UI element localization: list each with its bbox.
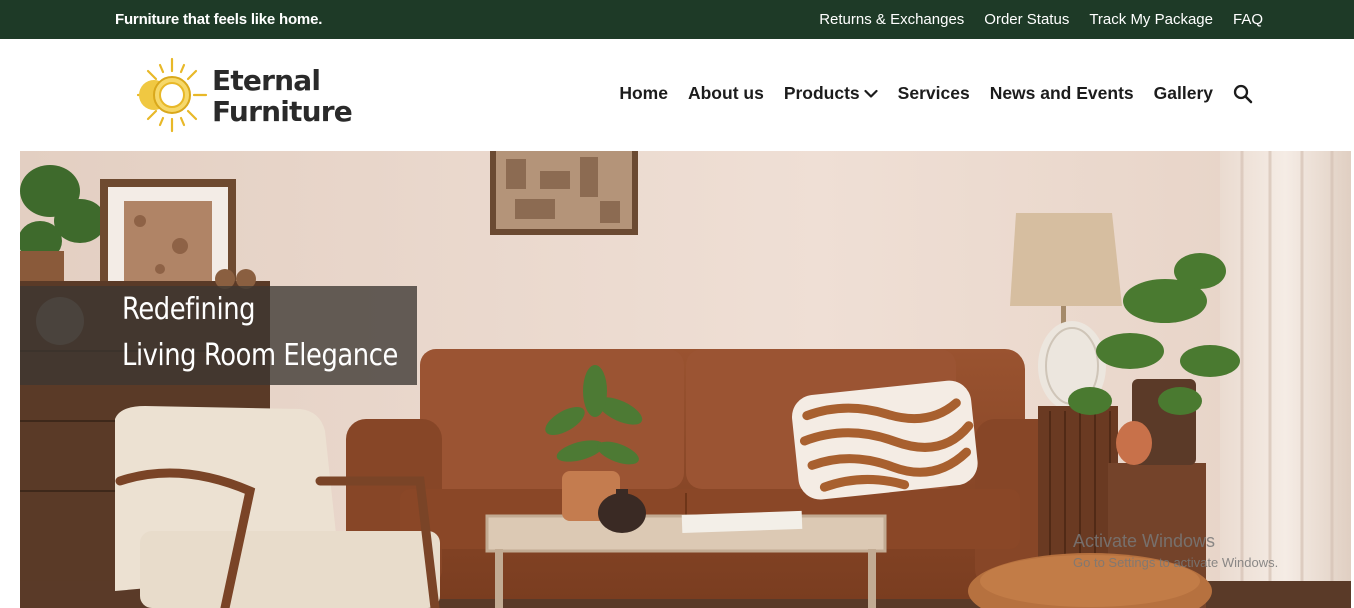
chevron-down-icon — [864, 89, 878, 98]
nav-gallery[interactable]: Gallery — [1154, 83, 1213, 104]
search-icon[interactable] — [1233, 84, 1253, 104]
hero-banner: Redefining Living Room Elegance Activate… — [20, 151, 1351, 608]
hero-heading-line-1: Redefining — [122, 292, 256, 327]
returns-exchanges-link[interactable]: Returns & Exchanges — [819, 11, 964, 28]
order-status-link[interactable]: Order Status — [984, 11, 1069, 28]
activate-windows-watermark: Activate Windows Go to Settings to activ… — [1073, 531, 1278, 570]
brand-name: Eternal Furniture — [212, 64, 353, 128]
sun-icon — [136, 57, 208, 133]
hero-caption: Redefining Living Room Elegance — [20, 286, 417, 385]
brand-line-1: Eternal — [212, 64, 321, 97]
nav-about-us[interactable]: About us — [688, 83, 764, 104]
nav-home[interactable]: Home — [619, 83, 668, 104]
logo[interactable]: Eternal Furniture — [132, 57, 372, 133]
tagline: Furniture that feels like home. — [115, 11, 323, 28]
watermark-title: Activate Windows — [1073, 531, 1216, 551]
top-links: Returns & Exchanges Order Status Track M… — [799, 11, 1263, 28]
nav-products[interactable]: Products — [784, 83, 878, 104]
nav-services[interactable]: Services — [898, 83, 970, 104]
main-nav: Home About us Products Services News and… — [599, 83, 1253, 104]
nav-news-events[interactable]: News and Events — [990, 83, 1134, 104]
top-announcement-bar: Furniture that feels like home. Returns … — [0, 0, 1354, 39]
faq-link[interactable]: FAQ — [1233, 11, 1263, 28]
hero-heading-line-2: Living Room Elegance — [122, 338, 398, 373]
nav-products-label: Products — [783, 83, 860, 103]
watermark-subtitle: Go to Settings to activate Windows. — [1073, 555, 1279, 570]
brand-line-2: Furniture — [212, 95, 353, 128]
site-header: Eternal Furniture Home About us Products… — [0, 39, 1354, 151]
track-package-link[interactable]: Track My Package — [1089, 11, 1213, 28]
